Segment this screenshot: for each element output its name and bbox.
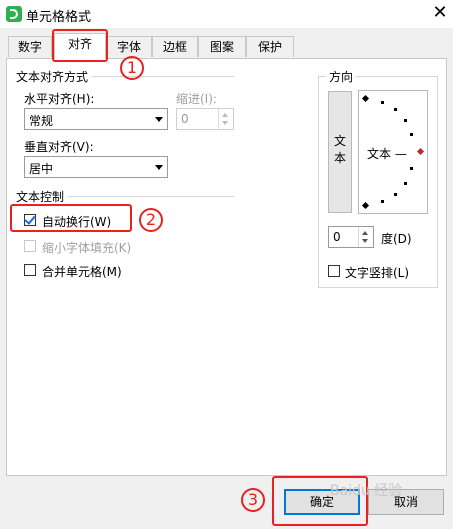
app-logo-icon	[6, 6, 22, 22]
vertical-align-value: 居中	[29, 162, 54, 176]
text-control-group-label: 文本控制	[16, 188, 69, 205]
tab-alignment[interactable]: 对齐	[54, 33, 106, 59]
dial-text-indicator: 文本 —	[367, 147, 407, 161]
degree-value: 0	[333, 230, 341, 244]
tab-font[interactable]: 字体	[106, 36, 152, 57]
merge-cells-option[interactable]: 合并单元格(M)	[24, 262, 144, 279]
vertical-text-option[interactable]: 文字竖排(L)	[328, 263, 428, 280]
watermark: Baidu 经验	[330, 483, 403, 499]
tab-pattern[interactable]: 图案	[198, 36, 246, 57]
window-title: 单元格格式	[26, 10, 92, 25]
highlight-wrap-text	[10, 204, 132, 232]
vertical-text-checkbox[interactable]	[328, 265, 340, 277]
chevron-down-icon	[155, 117, 163, 122]
vertical-text-button[interactable]: 文本	[328, 91, 352, 213]
horizontal-align-value: 常规	[29, 114, 54, 128]
tab-number[interactable]: 数字	[8, 36, 52, 57]
shrink-to-fit-label: 缩小字体填充(K)	[42, 241, 132, 255]
orientation-dial[interactable]: 文本 —	[358, 90, 428, 214]
vertical-align-label: 垂直对齐(V):	[24, 140, 94, 154]
horizontal-align-label: 水平对齐(H):	[24, 92, 95, 106]
degree-label: 度(D)	[381, 232, 412, 246]
annotation-number-2: 2	[139, 208, 163, 232]
spin-down-icon[interactable]	[362, 239, 368, 243]
spin-down-icon	[222, 121, 228, 125]
horizontal-align-select[interactable]: 常规	[24, 108, 168, 130]
vertical-text-button-label: 文本	[333, 134, 346, 165]
annotation-number-3: 3	[241, 488, 265, 512]
indent-value: 0	[181, 112, 189, 126]
tab-protection[interactable]: 保护	[246, 36, 294, 57]
text-alignment-group-label: 文本对齐方式	[16, 68, 93, 85]
close-icon[interactable]: ✕	[428, 2, 452, 26]
vertical-align-select[interactable]: 居中	[24, 156, 168, 178]
merge-cells-label: 合并单元格(M)	[42, 265, 122, 279]
degree-stepper[interactable]: 0	[328, 226, 374, 248]
shrink-to-fit-option: 缩小字体填充(K)	[24, 238, 144, 255]
orientation-group-label: 方向	[326, 68, 357, 85]
spin-up-icon	[222, 113, 228, 117]
merge-cells-checkbox[interactable]	[24, 264, 36, 276]
vertical-text-label: 文字竖排(L)	[345, 266, 410, 280]
chevron-down-icon	[155, 165, 163, 170]
tab-border[interactable]: 边框	[152, 36, 198, 57]
shrink-to-fit-checkbox	[24, 240, 36, 252]
indent-label: 缩进(I):	[176, 92, 217, 106]
annotation-number-1: 1	[120, 56, 144, 80]
spin-up-icon[interactable]	[362, 231, 368, 235]
title-bar: 单元格格式 ✕	[0, 0, 453, 28]
indent-stepper: 0	[176, 108, 234, 130]
